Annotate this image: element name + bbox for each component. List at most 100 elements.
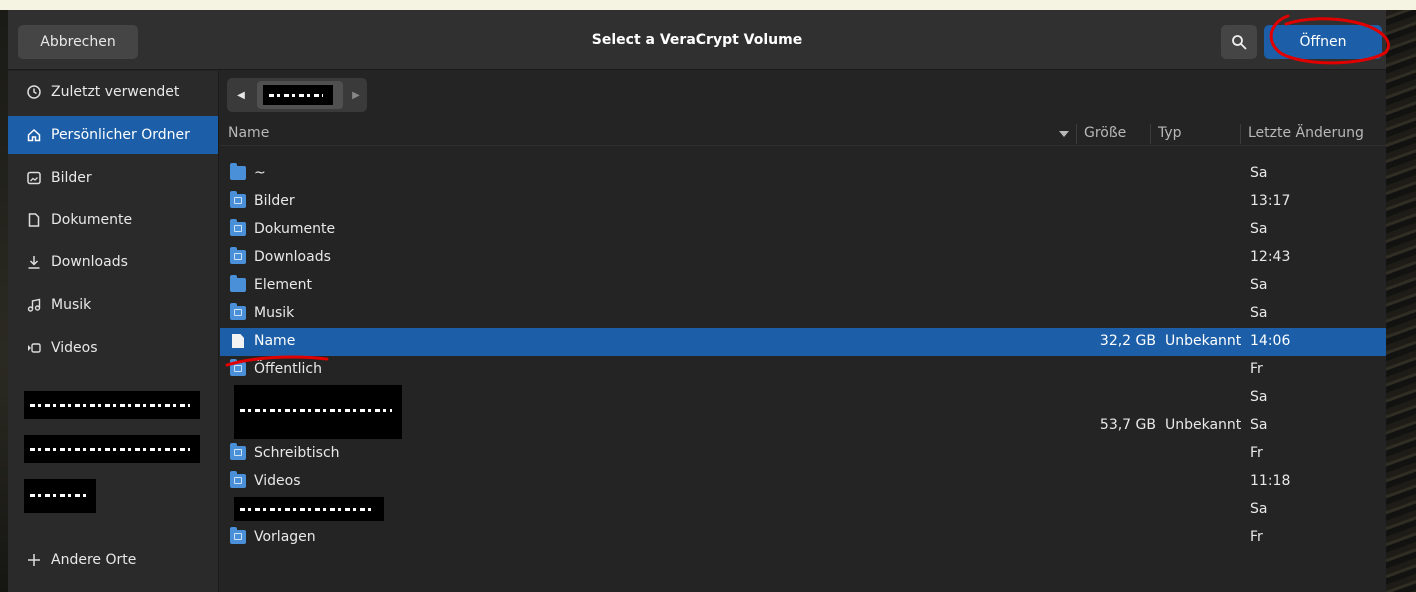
file-row[interactable]: Vorlagen Fr [220,524,1386,552]
file-type: Unbekannt [1165,417,1242,433]
file-name: Öffentlich [254,361,322,377]
cancel-button[interactable]: Abbrechen [18,25,138,59]
file-name: Schreibtisch [254,445,340,461]
file-row[interactable]: Bilder 13:17 [220,188,1386,216]
file-name: Videos [254,473,301,489]
file-row[interactable]: ~ Sa [220,160,1386,188]
sidebar-item-home[interactable]: Persönlicher Ordner [8,116,218,154]
sidebar-item-recent[interactable]: Zuletzt verwendet [8,73,218,111]
file-list: Name Größe Typ Letzte Änderung ~ Sa Bild… [220,122,1386,592]
sidebar-item-music[interactable]: Musik [8,286,218,324]
file-name: Element [254,277,312,293]
redacted-sidebar-item [24,479,96,513]
file-modified: 12:43 [1250,249,1291,265]
column-header-bar: Name Größe Typ Letzte Änderung [220,122,1386,146]
plus-icon [26,552,42,568]
caret-right-icon: ▶ [352,89,360,101]
file-modified: 14:06 [1250,333,1291,349]
file-row[interactable]: Sa [220,496,1386,524]
download-icon [26,254,42,270]
file-row[interactable]: Videos 11:18 [220,468,1386,496]
document-icon [26,212,42,228]
file-modified: Fr [1250,529,1263,545]
file-modified: Sa [1250,501,1268,517]
path-bar: ◀ ▶ [227,78,367,112]
column-separator [1076,124,1077,144]
folder-icon [230,163,246,180]
public-folder-icon [230,359,246,376]
open-button[interactable]: Öffnen [1264,25,1382,59]
videos-folder-icon [230,471,246,488]
desktop-top-strip [0,0,1416,10]
redacted-path-label [263,85,333,105]
music-icon [26,297,42,313]
file-name: Name [254,333,296,349]
image-icon [26,170,42,186]
sort-down-icon [1059,131,1069,137]
sidebar-item-label: Downloads [51,254,128,270]
file-row[interactable]: Downloads 12:43 [220,244,1386,272]
column-header-name[interactable]: Name [228,125,269,141]
file-modified: Sa [1250,165,1268,181]
column-header-size[interactable]: Größe [1084,125,1126,141]
path-back-button[interactable]: ◀ [227,78,255,112]
sidebar-item-downloads[interactable]: Downloads [8,243,218,281]
desktop-background-right [1386,10,1416,592]
downloads-folder-icon [230,247,246,264]
column-separator [1240,124,1241,144]
redacted-sidebar-item [24,391,200,419]
folder-icon [230,275,246,292]
file-icon [232,334,244,348]
sidebar-item-label: Dokumente [51,212,133,228]
file-name: Musik [254,305,295,321]
pictures-folder-icon [230,191,246,208]
sidebar-item-pictures[interactable]: Bilder [8,159,218,197]
file-name: Bilder [254,193,295,209]
video-icon [26,340,42,356]
column-separator [1150,124,1151,144]
caret-left-icon: ◀ [237,89,245,101]
file-name: Dokumente [254,221,336,237]
file-size: 53,7 GB [1099,417,1156,433]
file-name: ~ [254,165,266,181]
file-row[interactable]: Musik Sa [220,300,1386,328]
path-forward-button[interactable]: ▶ [345,78,367,112]
file-row[interactable]: Dokumente Sa [220,216,1386,244]
file-name: Downloads [254,249,331,265]
file-name: Vorlagen [254,529,316,545]
file-modified: Sa [1250,305,1268,321]
sidebar-item-documents[interactable]: Dokumente [8,201,218,239]
search-button[interactable] [1221,25,1257,59]
music-folder-icon [230,303,246,320]
sidebar-item-label: Musik [51,297,92,313]
file-modified: Sa [1250,221,1268,237]
file-row[interactable]: Element Sa [220,272,1386,300]
path-current-button[interactable] [257,81,343,109]
file-modified: Sa [1250,389,1268,405]
templates-folder-icon [230,527,246,544]
header-bar: Abbrechen Select a VeraCrypt Volume Öffn… [8,10,1386,70]
sidebar-item-videos[interactable]: Videos [8,329,218,367]
redacted-file-entries [234,385,402,439]
file-modified: Sa [1250,277,1268,293]
file-size: 32,2 GB [1099,333,1156,349]
column-header-modified[interactable]: Letzte Änderung [1248,125,1364,141]
redacted-file-entry [234,497,384,521]
search-icon [1232,35,1247,50]
clock-icon [26,84,42,100]
redacted-sidebar-item [24,435,200,463]
file-modified: 11:18 [1250,473,1291,489]
sidebar-item-other-locations[interactable]: Andere Orte [8,541,218,579]
places-sidebar: Zuletzt verwendet Persönlicher Ordner Bi… [8,71,219,592]
home-icon [26,127,42,143]
file-modified: Fr [1250,445,1263,461]
sidebar-item-label: Persönlicher Ordner [51,127,190,143]
file-modified: 13:17 [1250,193,1291,209]
file-row-selected[interactable]: Name 32,2 GB Unbekannt 14:06 [220,328,1386,356]
file-row[interactable]: Schreibtisch Fr [220,440,1386,468]
file-type: Unbekannt [1165,333,1242,349]
file-chooser-dialog: Abbrechen Select a VeraCrypt Volume Öffn… [8,10,1390,592]
column-header-type[interactable]: Typ [1158,125,1182,141]
sidebar-item-label: Bilder [51,170,92,186]
file-row[interactable]: Öffentlich Fr [220,356,1386,384]
